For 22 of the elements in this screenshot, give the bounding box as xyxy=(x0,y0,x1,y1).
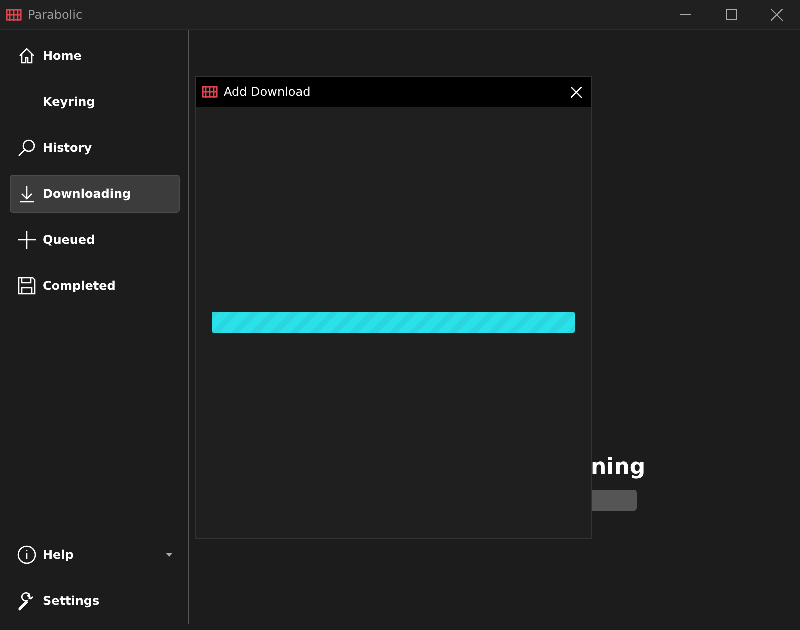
sidebar-item[interactable]: Queued xyxy=(10,221,180,259)
sidebar-item[interactable]: Help xyxy=(10,536,180,574)
info-icon xyxy=(17,545,37,565)
plus-icon xyxy=(17,230,37,250)
sidebar-item[interactable]: Completed xyxy=(10,267,180,305)
app-logo-icon xyxy=(202,85,218,99)
sidebar-item[interactable]: Keyring xyxy=(10,83,180,121)
maximize-icon[interactable] xyxy=(726,9,736,20)
close-icon[interactable] xyxy=(771,8,783,20)
sidebar-item[interactable]: Downloading xyxy=(10,175,180,213)
page-heading: ning xyxy=(591,456,646,480)
app-logo-icon xyxy=(6,8,22,22)
sidebar-item[interactable]: Home xyxy=(10,37,180,75)
window-title: Parabolic xyxy=(28,6,83,24)
sidebar-item[interactable]: Settings xyxy=(10,582,180,620)
download-icon xyxy=(17,184,37,204)
search-icon xyxy=(17,138,37,158)
home-icon xyxy=(17,46,37,66)
minimize-icon[interactable] xyxy=(680,14,690,16)
sidebar-item[interactable]: History xyxy=(10,129,180,167)
save-icon xyxy=(17,276,37,296)
dialog-title: Add Download xyxy=(224,84,311,101)
